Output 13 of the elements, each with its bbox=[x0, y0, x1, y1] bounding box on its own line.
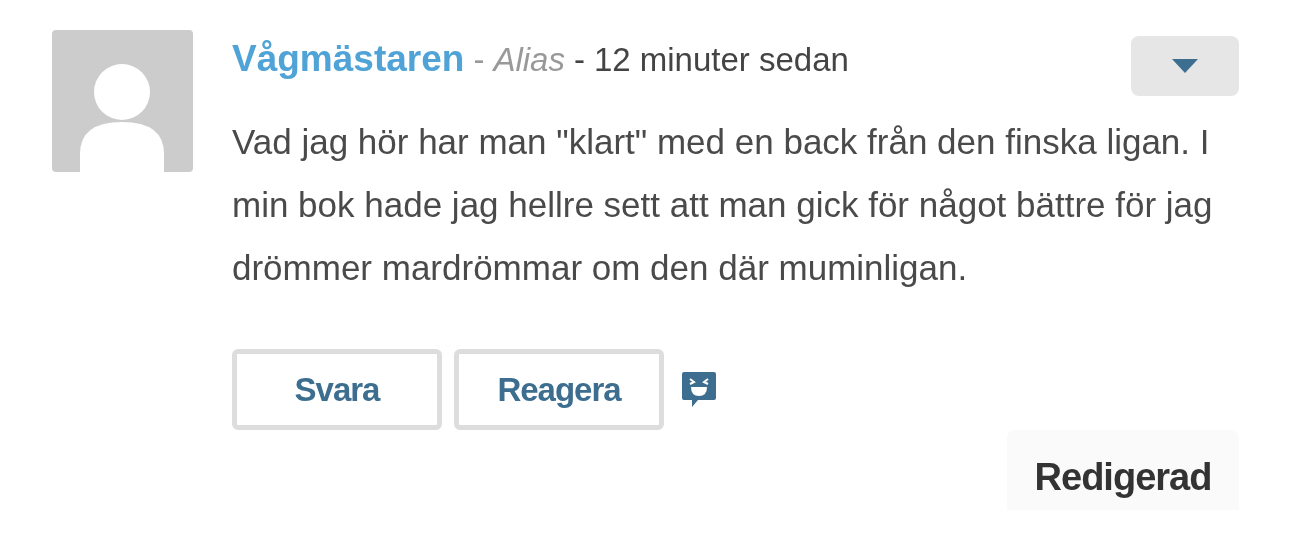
action-button[interactable]: Reagera bbox=[454, 349, 664, 430]
edited-label: Redigerad bbox=[1007, 430, 1239, 510]
comment-text: Vad jag hör har man "klart" med en back från den finska ligan. I min bok hade jag hellre sett att man gick för något bättre för jag drömmer mardrömmar om den där muminligan. bbox=[232, 121, 1214, 289]
dropdown-button[interactable] bbox=[1131, 36, 1239, 96]
caret-icon bbox=[1172, 59, 1198, 73]
laughing-face-icon[interactable] bbox=[682, 371, 716, 408]
timestamp: 12 minuter sedan bbox=[593, 41, 849, 79]
alias-label: Alias bbox=[493, 41, 565, 79]
action-button[interactable]: Svara bbox=[232, 349, 442, 430]
avatar-icon bbox=[52, 30, 193, 172]
separator: - bbox=[473, 41, 485, 79]
separator: - bbox=[573, 41, 585, 79]
author-name[interactable]: Vågmästaren bbox=[232, 38, 465, 80]
